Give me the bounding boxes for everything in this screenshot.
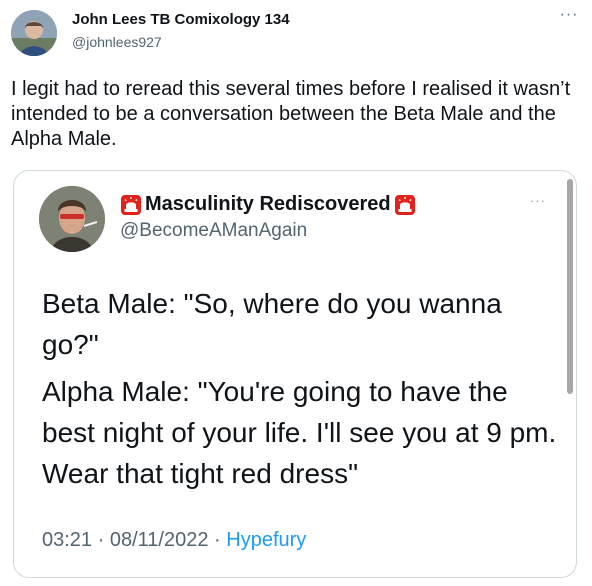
- tweet-text: I legit had to reread this several times…: [11, 78, 571, 150]
- quoted-author-name-row[interactable]: Masculinity Rediscovered: [120, 193, 416, 216]
- quoted-date[interactable]: 08/11/2022: [110, 529, 209, 551]
- meta-separator: ·: [208, 529, 227, 551]
- siren-icon: [394, 194, 415, 215]
- author-name[interactable]: John Lees TB Comixology 134: [72, 11, 290, 28]
- quoted-author-avatar[interactable]: [39, 186, 105, 252]
- quoted-more-options-button[interactable]: ···: [526, 194, 550, 211]
- tweet: John Lees TB Comixology 134 @johnlees927…: [0, 0, 592, 586]
- quoted-time[interactable]: 03:21: [42, 529, 92, 551]
- more-options-button[interactable]: ···: [557, 7, 581, 28]
- quoted-scrollbar[interactable]: [567, 179, 573, 394]
- quoted-author-photo: [39, 186, 105, 252]
- quoted-author-name: Masculinity Rediscovered: [145, 193, 391, 215]
- author-photo: [11, 10, 57, 56]
- meta-separator: ·: [92, 529, 110, 551]
- quoted-source-link[interactable]: Hypefury: [226, 529, 306, 551]
- author-avatar[interactable]: [11, 10, 57, 56]
- quoted-line-alpha: Alpha Male: "You're going to have the be…: [42, 376, 557, 489]
- author-handle[interactable]: @johnlees927: [72, 34, 162, 50]
- quoted-author-handle[interactable]: @BecomeAManAgain: [120, 220, 307, 242]
- quoted-tweet-meta: 03:21 · 08/11/2022 · Hypefury: [42, 529, 306, 552]
- siren-icon: [121, 194, 141, 215]
- quoted-tweet-text: Beta Male: "So, where do you wanna go?" …: [42, 283, 562, 500]
- quoted-tweet-card[interactable]: Masculinity Rediscovered @BecomeAManAgai…: [13, 170, 577, 578]
- quoted-line-beta: Beta Male: "So, where do you wanna go?": [42, 288, 502, 360]
